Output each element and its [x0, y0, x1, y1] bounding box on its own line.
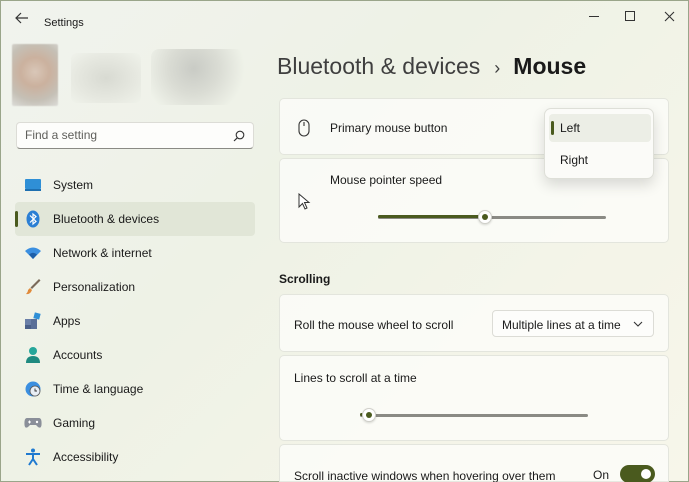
dropdown-option-left[interactable]: Left — [549, 114, 651, 142]
dropdown-option-label: Left — [560, 121, 581, 135]
minimize-button[interactable] — [579, 7, 609, 25]
roll-wheel-value: Multiple lines at a time — [502, 318, 621, 332]
scroll-inactive-card: Scroll inactive windows when hovering ov… — [279, 444, 669, 482]
globe-clock-icon — [24, 380, 42, 398]
monitor-icon — [24, 176, 42, 194]
sidebar-item-bluetooth-devices[interactable]: Bluetooth & devices — [15, 202, 255, 236]
search-input[interactable] — [25, 128, 225, 142]
selection-indicator — [551, 121, 554, 135]
sidebar-nav: System Bluetooth & devices Network & int… — [15, 168, 255, 474]
sidebar-item-system[interactable]: System — [15, 168, 255, 202]
maximize-button[interactable] — [615, 7, 645, 25]
sidebar-item-time-language[interactable]: Time & language — [15, 372, 255, 406]
title-bar: Settings — [1, 1, 689, 33]
sidebar-item-label: Accounts — [53, 348, 103, 362]
primary-button-dropdown: Left Right — [544, 108, 654, 179]
minimize-icon — [589, 15, 599, 17]
sidebar-item-label: Time & language — [53, 382, 144, 396]
lines-to-scroll-label: Lines to scroll at a time — [294, 371, 417, 385]
sidebar-item-label: Bluetooth & devices — [53, 212, 160, 226]
scroll-inactive-label: Scroll inactive windows when hovering ov… — [294, 469, 556, 482]
pointer-icon — [298, 193, 311, 210]
roll-wheel-label: Roll the mouse wheel to scroll — [294, 318, 454, 332]
wifi-icon — [24, 244, 42, 262]
back-button[interactable] — [13, 10, 31, 26]
settings-window: Settings Find a setting System Bluetooth… — [0, 0, 689, 482]
account-avatar[interactable] — [12, 44, 58, 106]
slider-thumb[interactable] — [478, 210, 492, 224]
sidebar-item-label: System — [53, 178, 94, 192]
brush-icon — [24, 278, 42, 296]
sidebar-item-accounts[interactable]: Accounts — [15, 338, 255, 372]
lines-to-scroll-card: Lines to scroll at a time — [279, 355, 669, 441]
back-arrow-icon — [15, 12, 28, 24]
lines-to-scroll-slider[interactable] — [360, 408, 588, 422]
pointer-speed-label: Mouse pointer speed — [330, 173, 443, 187]
sidebar-item-label: Apps — [53, 314, 81, 328]
chevron-down-icon — [633, 321, 643, 327]
primary-mouse-button-label: Primary mouse button — [330, 121, 448, 135]
close-icon — [664, 11, 674, 21]
search-box[interactable] — [16, 122, 254, 149]
roll-wheel-select[interactable]: Multiple lines at a time — [492, 310, 654, 337]
sidebar-item-label: Personalization — [53, 280, 136, 294]
breadcrumb: Bluetooth & devices › Mouse — [277, 53, 586, 80]
bluetooth-icon — [24, 210, 42, 228]
selection-indicator — [15, 211, 18, 227]
search-icon[interactable] — [233, 130, 245, 142]
breadcrumb-parent[interactable]: Bluetooth & devices — [277, 53, 480, 80]
maximize-icon — [625, 11, 635, 21]
person-icon — [24, 346, 42, 364]
close-button[interactable] — [654, 7, 684, 25]
mouse-icon — [298, 119, 310, 137]
slider-fill — [378, 215, 485, 218]
toggle-knob — [641, 469, 651, 479]
app-title: Settings — [44, 17, 84, 29]
apps-icon — [24, 312, 42, 330]
sidebar-item-gaming[interactable]: Gaming — [15, 406, 255, 440]
sidebar-item-apps[interactable]: Apps — [15, 304, 255, 338]
scroll-inactive-state: On — [593, 468, 610, 482]
scroll-inactive-toggle[interactable] — [620, 465, 655, 482]
sidebar-item-accessibility[interactable]: Accessibility — [15, 440, 255, 474]
sidebar-item-label: Network & internet — [53, 246, 152, 260]
page-title: Mouse — [513, 53, 587, 79]
sidebar-item-personalization[interactable]: Personalization — [15, 270, 255, 304]
gamepad-icon — [24, 414, 42, 432]
slider-thumb[interactable] — [362, 408, 376, 422]
scrolling-heading: Scrolling — [279, 272, 331, 286]
sidebar-item-network-internet[interactable]: Network & internet — [15, 236, 255, 270]
slider-track — [360, 414, 588, 417]
dropdown-option-right[interactable]: Right — [549, 146, 651, 174]
dropdown-option-label: Right — [560, 153, 589, 167]
account-email-blurred — [151, 49, 246, 105]
breadcrumb-separator-icon: › — [494, 58, 501, 78]
sidebar-item-label: Gaming — [53, 416, 96, 430]
accessibility-icon — [24, 448, 42, 466]
account-name-blurred — [71, 53, 141, 103]
sidebar-item-label: Accessibility — [53, 450, 119, 464]
pointer-speed-slider[interactable] — [378, 210, 606, 224]
